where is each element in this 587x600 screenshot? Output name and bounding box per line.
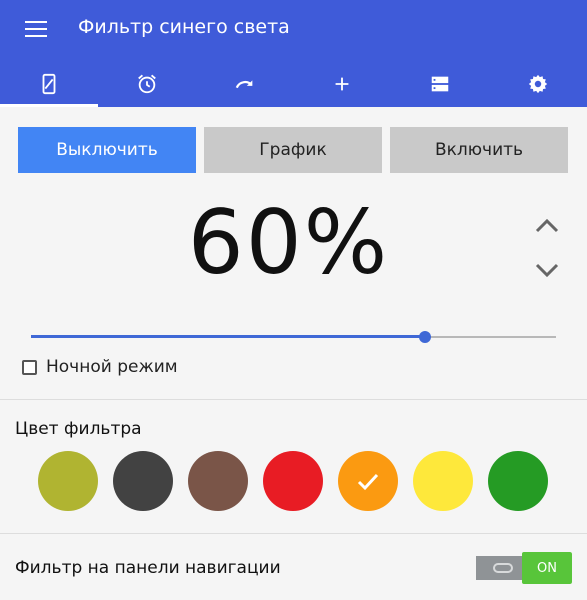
app-bar: Фильтр синего света (0, 0, 587, 60)
nav-bar-filter-label: Фильтр на панели навигации (15, 558, 281, 578)
divider (0, 399, 587, 400)
alarm-clock-icon (137, 74, 156, 93)
color-swatch-green[interactable] (488, 451, 548, 511)
nav-bar-filter-toggle[interactable]: ON (476, 552, 572, 584)
chevron-down-icon (535, 263, 559, 278)
redo-arrow-icon (235, 79, 252, 88)
increase-button[interactable] (532, 214, 562, 238)
gear-icon (528, 74, 548, 93)
night-mode-label: Ночной режим (46, 357, 178, 377)
mode-selector: Выключить График Включить (18, 127, 568, 173)
color-swatch-red[interactable] (263, 451, 323, 511)
color-swatches (38, 451, 550, 511)
tab-storage[interactable] (391, 60, 489, 107)
toggle-knob (493, 563, 513, 573)
plus-icon (335, 77, 349, 90)
filter-color-title: Цвет фильтра (15, 419, 142, 439)
night-mode-checkbox[interactable] (22, 359, 37, 375)
night-mode-option[interactable]: Ночной режим (22, 357, 178, 377)
toggle-on-label: ON (522, 552, 572, 584)
turn-on-button[interactable]: Включить (390, 127, 568, 173)
color-swatch-brown[interactable] (188, 451, 248, 511)
opacity-slider[interactable] (31, 328, 556, 346)
app-title: Фильтр синего света (78, 16, 290, 38)
phone-filter-icon (42, 73, 56, 94)
slider-thumb[interactable] (418, 331, 431, 343)
color-swatch-orange[interactable] (338, 451, 398, 511)
slider-fill (31, 335, 425, 338)
tab-filter[interactable] (0, 60, 98, 107)
color-swatch-olive[interactable] (38, 451, 98, 511)
schedule-button[interactable]: График (204, 127, 382, 173)
turn-off-button[interactable]: Выключить (18, 127, 196, 173)
storage-icon (431, 76, 449, 91)
color-swatch-dark-gray[interactable] (113, 451, 173, 511)
divider (0, 533, 587, 534)
tab-alarm[interactable] (98, 60, 196, 107)
chevron-up-icon (535, 218, 559, 233)
tab-redo[interactable] (196, 60, 294, 107)
color-swatch-yellow[interactable] (413, 451, 473, 511)
menu-icon[interactable] (25, 21, 47, 39)
decrease-button[interactable] (532, 258, 562, 282)
tab-add[interactable] (293, 60, 391, 107)
tab-settings[interactable] (489, 60, 587, 107)
checkmark-icon (357, 473, 379, 491)
opacity-percentage: 60% (187, 191, 390, 294)
tab-bar (0, 60, 587, 107)
